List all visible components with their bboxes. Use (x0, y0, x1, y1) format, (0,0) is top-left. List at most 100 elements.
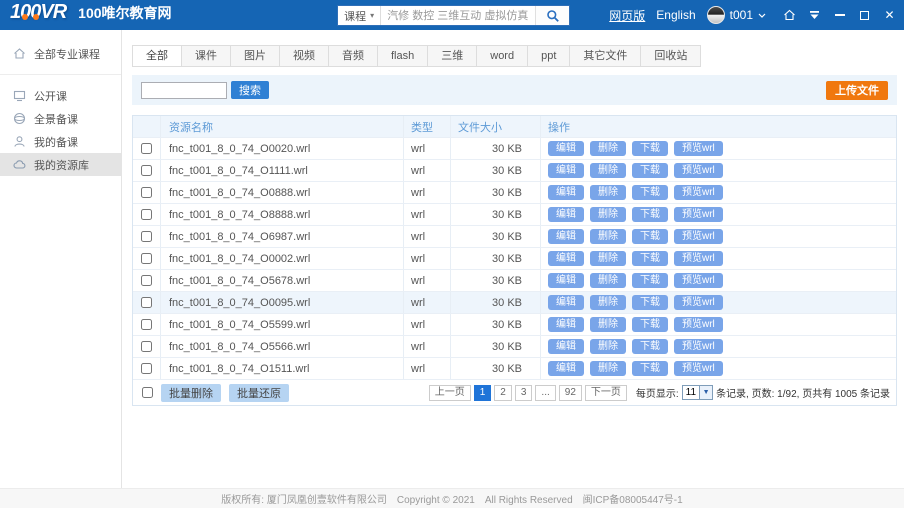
edit-button[interactable]: 编辑 (548, 251, 584, 266)
preview-wrl-button[interactable]: 预览wrl (674, 273, 723, 288)
close-button[interactable]: ✕ (883, 9, 896, 22)
dropdown-tray-icon[interactable] (808, 9, 821, 22)
edit-button[interactable]: 编辑 (548, 163, 584, 178)
tab-word[interactable]: word (477, 45, 528, 67)
search-category-dropdown[interactable]: 课程 ▾ (338, 6, 381, 25)
prev-page-button[interactable]: 上一页 (429, 385, 471, 401)
edit-button[interactable]: 编辑 (548, 339, 584, 354)
preview-wrl-button[interactable]: 预览wrl (674, 295, 723, 310)
filter-search-input[interactable] (141, 82, 227, 99)
user-menu[interactable]: t001 (707, 6, 766, 24)
minimize-button[interactable] (833, 9, 846, 22)
row-checkbox[interactable] (141, 143, 152, 154)
delete-button[interactable]: 删除 (590, 273, 626, 288)
page-button-92[interactable]: 92 (559, 385, 582, 401)
next-page-button[interactable]: 下一页 (585, 385, 627, 401)
row-checkbox[interactable] (141, 231, 152, 242)
row-checkbox[interactable] (141, 209, 152, 220)
upload-file-button[interactable]: 上传文件 (826, 81, 888, 100)
page-button-1[interactable]: 1 (474, 385, 492, 401)
edit-button[interactable]: 编辑 (548, 273, 584, 288)
maximize-button[interactable] (858, 9, 871, 22)
english-link[interactable]: English (656, 8, 695, 22)
preview-wrl-button[interactable]: 预览wrl (674, 141, 723, 156)
filter-search-button[interactable]: 搜索 (231, 81, 269, 99)
row-checkbox-cell (133, 204, 161, 225)
delete-button[interactable]: 删除 (590, 141, 626, 156)
tab-3d[interactable]: 三维 (428, 45, 477, 67)
page-button-2[interactable]: 2 (494, 385, 512, 401)
row-checkbox[interactable] (141, 297, 152, 308)
tab-flash[interactable]: flash (378, 45, 428, 67)
download-button[interactable]: 下载 (632, 163, 668, 178)
delete-button[interactable]: 删除 (590, 163, 626, 178)
preview-wrl-button[interactable]: 预览wrl (674, 229, 723, 244)
edit-button[interactable]: 编辑 (548, 141, 584, 156)
sidebar-item-open-course[interactable]: 公开课 (0, 84, 121, 107)
global-search-button[interactable] (535, 6, 569, 25)
sidebar-item-panorama-prep[interactable]: 全景备课 (0, 107, 121, 130)
edit-button[interactable]: 编辑 (548, 207, 584, 222)
select-all-checkbox[interactable] (142, 387, 153, 398)
download-button[interactable]: 下载 (632, 295, 668, 310)
row-checkbox[interactable] (141, 341, 152, 352)
delete-button[interactable]: 删除 (590, 251, 626, 266)
tab-all[interactable]: 全部 (132, 45, 182, 67)
preview-wrl-button[interactable]: 预览wrl (674, 361, 723, 376)
web-version-link[interactable]: 网页版 (609, 7, 645, 24)
tab-videos[interactable]: 视频 (280, 45, 329, 67)
tab-ppt[interactable]: ppt (528, 45, 570, 67)
download-button[interactable]: 下载 (632, 207, 668, 222)
preview-wrl-button[interactable]: 预览wrl (674, 317, 723, 332)
delete-button[interactable]: 删除 (590, 295, 626, 310)
edit-button[interactable]: 编辑 (548, 317, 584, 332)
preview-wrl-button[interactable]: 预览wrl (674, 185, 723, 200)
download-button[interactable]: 下载 (632, 361, 668, 376)
edit-button[interactable]: 编辑 (548, 229, 584, 244)
preview-wrl-button[interactable]: 预览wrl (674, 207, 723, 222)
delete-button[interactable]: 删除 (590, 361, 626, 376)
batch-delete-button[interactable]: 批量删除 (161, 384, 221, 402)
edit-button[interactable]: 编辑 (548, 295, 584, 310)
page-size-select[interactable]: 11 ▼ (682, 385, 713, 400)
download-button[interactable]: 下载 (632, 229, 668, 244)
row-checkbox[interactable] (141, 363, 152, 374)
download-button[interactable]: 下载 (632, 339, 668, 354)
row-checkbox[interactable] (141, 319, 152, 330)
sidebar-item-my-prep[interactable]: 我的备课 (0, 130, 121, 153)
sidebar-item-all-courses[interactable]: 全部专业课程 (0, 42, 121, 65)
home-icon[interactable] (783, 9, 796, 22)
row-checkbox[interactable] (141, 253, 152, 264)
tab-other-files[interactable]: 其它文件 (570, 45, 641, 67)
delete-button[interactable]: 删除 (590, 185, 626, 200)
preview-wrl-button[interactable]: 预览wrl (674, 251, 723, 266)
delete-button[interactable]: 删除 (590, 339, 626, 354)
sidebar: 全部专业课程 公开课 全景备课 我的备课 (0, 30, 122, 488)
page-button-3[interactable]: 3 (515, 385, 533, 401)
tab-images[interactable]: 图片 (231, 45, 280, 67)
download-button[interactable]: 下载 (632, 273, 668, 288)
download-button[interactable]: 下载 (632, 141, 668, 156)
preview-wrl-button[interactable]: 预览wrl (674, 163, 723, 178)
tab-audio[interactable]: 音频 (329, 45, 378, 67)
row-checkbox[interactable] (141, 275, 152, 286)
edit-button[interactable]: 编辑 (548, 361, 584, 376)
tab-recycle-bin[interactable]: 回收站 (641, 45, 701, 67)
table-row: fnc_t001_8_0_74_O5599.wrlwrl30 KB编辑删除下载预… (133, 313, 896, 335)
delete-button[interactable]: 删除 (590, 317, 626, 332)
global-search-input[interactable] (381, 6, 535, 25)
download-button[interactable]: 下载 (632, 185, 668, 200)
download-button[interactable]: 下载 (632, 317, 668, 332)
page-ellipsis[interactable]: ... (535, 385, 555, 401)
batch-restore-button[interactable]: 批量还原 (229, 384, 289, 402)
edit-button[interactable]: 编辑 (548, 185, 584, 200)
download-button[interactable]: 下载 (632, 251, 668, 266)
row-checkbox[interactable] (141, 165, 152, 176)
preview-wrl-button[interactable]: 预览wrl (674, 339, 723, 354)
delete-button[interactable]: 删除 (590, 229, 626, 244)
row-checkbox[interactable] (141, 187, 152, 198)
sidebar-item-my-resources[interactable]: 我的资源库 (0, 153, 121, 176)
tab-courseware[interactable]: 课件 (182, 45, 231, 67)
logo[interactable]: 100VR 100唯尔教育网 (10, 1, 172, 24)
delete-button[interactable]: 删除 (590, 207, 626, 222)
